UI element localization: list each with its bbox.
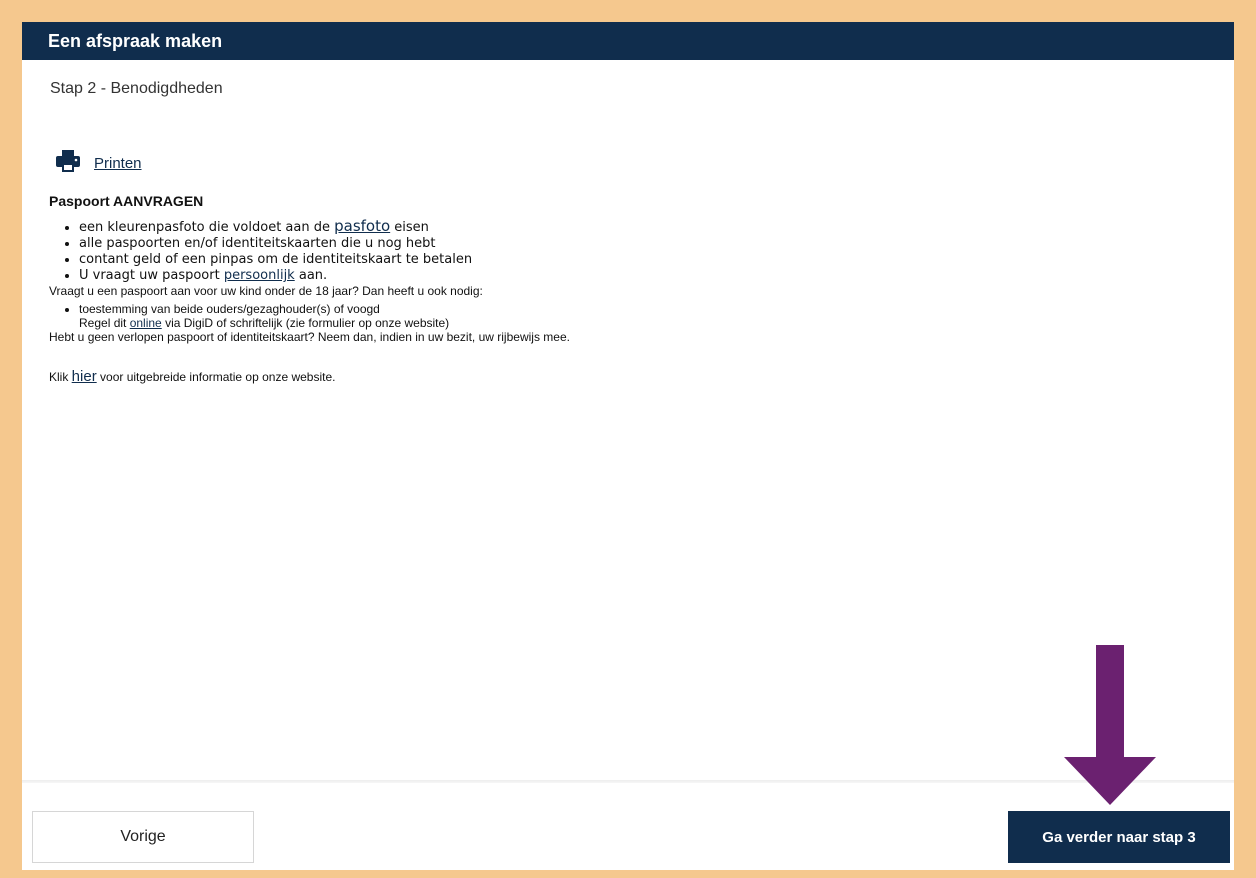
list-item: U vraagt uw paspoort persoonlijk aan. [79,268,1199,284]
list-item: alle paspoorten en/of identiteitskaarten… [79,236,1199,252]
printer-icon[interactable] [56,150,80,177]
footer-divider [22,780,1234,783]
page-header: Een afspraak maken [22,22,1234,60]
step-title: Stap 2 - Benodigdheden [50,80,223,97]
previous-button[interactable]: Vorige [32,811,254,863]
list-item: een kleurenpasfoto die voldoet aan de pa… [79,218,1199,236]
hier-link[interactable]: hier [72,368,97,385]
list-item: contant geld of een pinpas om de identit… [79,252,1199,268]
pasfoto-link[interactable]: pasfoto [334,217,390,235]
print-action[interactable]: Printen [56,150,142,177]
more-info-line: Klik hier voor uitgebreide informatie op… [49,368,336,385]
list-item: toestemming van beide ouders/gezaghouder… [79,302,1199,330]
requirements-list: een kleurenpasfoto die voldoet aan de pa… [49,218,1199,284]
section-title: Paspoort AANVRAGEN [49,193,204,209]
next-step-button[interactable]: Ga verder naar stap 3 [1008,811,1230,863]
arrow-down-icon [1064,645,1156,805]
no-expired-note: Hebt u geen verlopen paspoort of identit… [49,330,570,344]
appointment-panel: Een afspraak maken Stap 2 - Benodigdhede… [22,22,1234,870]
child-question: Vraagt u een paspoort aan voor uw kind o… [49,284,483,298]
child-requirements-list: toestemming van beide ouders/gezaghouder… [49,302,1199,330]
requirements-content: Paspoort AANVRAGEN een kleurenpasfoto di… [49,194,1199,384]
persoonlijk-link[interactable]: persoonlijk [224,268,295,283]
print-link[interactable]: Printen [94,155,142,172]
online-link[interactable]: online [130,316,162,330]
